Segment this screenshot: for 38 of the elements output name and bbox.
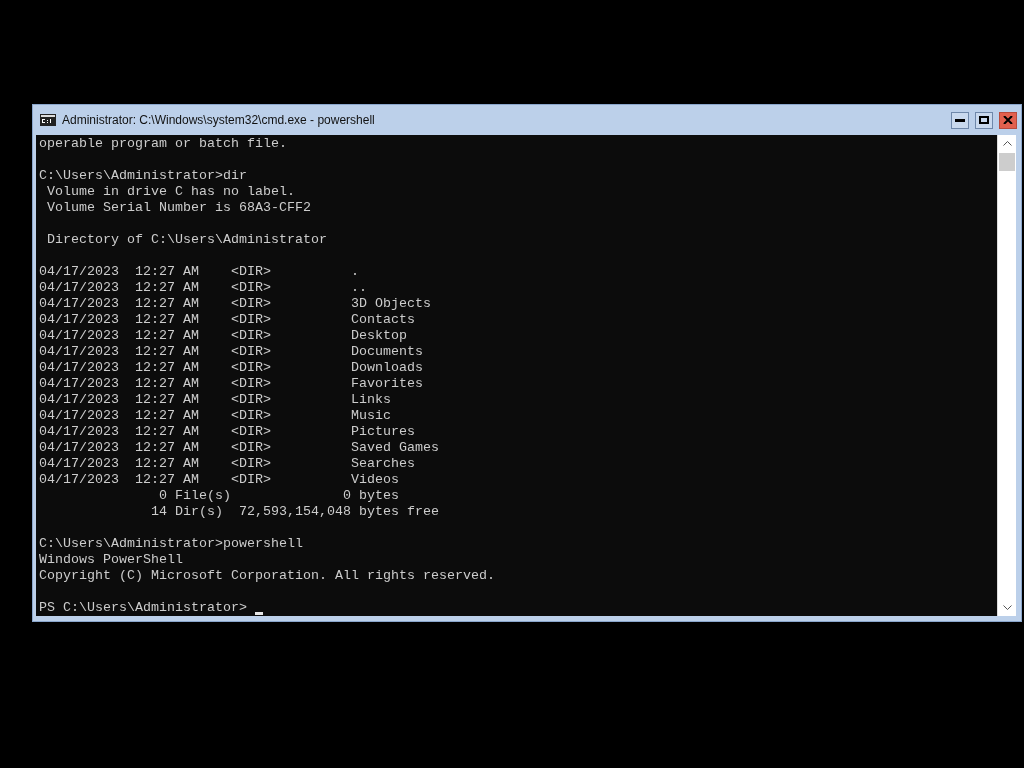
window-title: Administrator: C:\Windows\system32\cmd.exe - powershell — [62, 113, 376, 127]
chevron-down-icon — [1002, 605, 1012, 610]
console-line: PS C:\Users\Administrator> — [39, 600, 248, 616]
console-line: 04/17/2023 12:27 AM <DIR> Music — [39, 408, 391, 424]
console-line: 04/17/2023 12:27 AM <DIR> . — [39, 264, 359, 280]
console-line: Volume Serial Number is 68A3-CFF2 — [46, 200, 311, 216]
console-line: Volume in drive C has no label. — [46, 184, 295, 200]
console-line: 04/17/2023 12:27 AM <DIR> Documents — [39, 344, 423, 360]
minimize-button[interactable] — [951, 111, 969, 129]
console-line: 04/17/2023 12:27 AM <DIR> Favorites — [39, 376, 423, 392]
console-line: 04/17/2023 12:27 AM <DIR> 3D Objects — [39, 296, 431, 312]
scroll-thumb[interactable] — [999, 153, 1015, 171]
console-line: 04/17/2023 12:27 AM <DIR> Saved Games — [39, 440, 439, 456]
console-line: C:\Users\Administrator>powershell — [39, 536, 303, 552]
console-line: 04/17/2023 12:27 AM <DIR> Links — [39, 392, 391, 408]
console-line: Copyright (C) Microsoft Corporation. All rights reserved. — [39, 568, 495, 584]
minimize-icon — [955, 118, 965, 122]
console-line: 04/17/2023 12:27 AM <DIR> Videos — [39, 472, 399, 488]
maximize-icon — [979, 116, 989, 124]
console-line: 04/17/2023 12:27 AM <DIR> Downloads — [39, 360, 423, 376]
console-line: 04/17/2023 12:27 AM <DIR> Contacts — [39, 312, 415, 328]
console-line: operable program or batch file. — [39, 136, 287, 152]
console-line: 04/17/2023 12:27 AM <DIR> Desktop — [39, 328, 407, 344]
console-line: 04/17/2023 12:27 AM <DIR> .. — [39, 280, 367, 296]
chevron-up-icon — [1002, 141, 1012, 146]
text-cursor — [254, 612, 263, 615]
maximize-button[interactable] — [975, 111, 993, 129]
console-line: 04/17/2023 12:27 AM <DIR> Searches — [39, 456, 415, 472]
console-line: C:\Users\Administrator>dir — [39, 168, 247, 184]
console-line: 0 File(s) 0 bytes — [157, 488, 399, 504]
console-line: Windows PowerShell — [39, 552, 183, 568]
close-icon — [1003, 116, 1013, 124]
console-line: 04/17/2023 12:27 AM <DIR> Pictures — [39, 424, 415, 440]
console-icon — [40, 114, 56, 126]
close-button[interactable] — [999, 111, 1017, 129]
scrollbar[interactable] — [997, 135, 1016, 616]
console-line: 14 Dir(s) 72,593,154,048 bytes free — [149, 504, 439, 520]
console-line: Directory of C:\Users\Administrator — [46, 232, 327, 248]
